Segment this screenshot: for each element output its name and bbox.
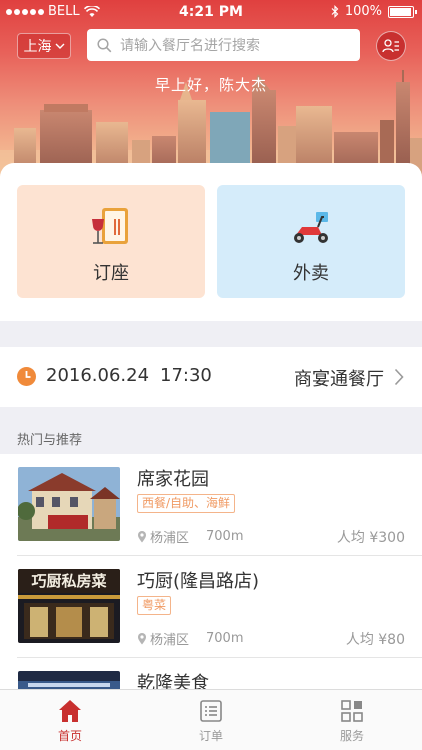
chevron-right-icon xyxy=(394,368,404,386)
category-panel: 订座 外卖 xyxy=(0,163,422,321)
restaurant-name: 乾隆美食 xyxy=(137,673,209,689)
restaurant-district: 杨浦区 xyxy=(150,633,190,648)
menu-wine-icon xyxy=(92,208,128,244)
status-bar: BELL 4:21 PM 100% xyxy=(0,0,422,24)
restaurant-list: 席家花园 西餐/自助、海鲜 杨浦区 700m 人均 ¥300 巧厨私房菜 巧厨(… xyxy=(0,454,422,689)
tab-services-label: 服务 xyxy=(339,729,364,743)
scooter-icon xyxy=(294,212,328,243)
cuisine-tag: 西餐/自助、海鲜 xyxy=(137,494,236,513)
search-input[interactable]: 请输入餐厅名进行搜索 xyxy=(87,29,360,61)
booking-category-card[interactable]: 订座 xyxy=(17,185,205,298)
takeout-category-card[interactable]: 外卖 xyxy=(217,185,405,298)
tab-orders[interactable]: 订单 xyxy=(141,690,281,750)
restaurant-price: 人均 ¥80 xyxy=(345,632,405,648)
restaurant-photo xyxy=(18,467,120,541)
reservation-date: 2016.06.24 xyxy=(46,365,150,386)
user-list-icon xyxy=(382,39,399,53)
restaurant-district: 杨浦区 xyxy=(150,531,190,546)
restaurant-photo xyxy=(18,671,120,689)
list-item[interactable]: 巧厨私房菜 巧厨(隆昌路店) 粤菜 杨浦区 700m 人均 ¥80 xyxy=(0,556,422,657)
location-pin-icon xyxy=(138,531,146,543)
city-selector-button[interactable]: 上海 xyxy=(17,33,71,59)
battery-percent: 100% xyxy=(344,4,382,19)
city-label: 上海 xyxy=(23,39,52,55)
qiaochu-sign-text: 巧厨私房菜 xyxy=(31,572,106,590)
list-item[interactable]: 乾隆美食 xyxy=(0,658,422,689)
cuisine-tag: 粤菜 xyxy=(137,596,172,615)
tab-home-label: 首页 xyxy=(57,729,82,743)
restaurant-location: 杨浦区 700m xyxy=(137,629,244,648)
search-placeholder: 请输入餐厅名进行搜索 xyxy=(120,38,260,54)
restaurant-price: 人均 ¥300 xyxy=(336,530,405,546)
reservation-time: 17:30 xyxy=(160,365,212,386)
header-hero: BELL 4:21 PM 100% 上海 请输入餐厅名进行搜索 早上好，陈大杰 xyxy=(0,0,422,190)
restaurant-photo: 巧厨私房菜 xyxy=(18,569,120,643)
chevron-down-icon xyxy=(55,43,64,49)
reservation-selector-row[interactable]: 2016.06.24 17:30 商宴通餐厅 xyxy=(0,347,422,407)
greeting-text: 早上好，陈大杰 xyxy=(154,76,267,94)
clock-icon xyxy=(17,367,36,386)
user-profile-button[interactable] xyxy=(376,31,406,61)
tab-services[interactable]: 服务 xyxy=(282,690,422,750)
bluetooth-icon xyxy=(331,5,339,18)
restaurant-location: 杨浦区 700m xyxy=(137,527,244,546)
booking-category-label: 订座 xyxy=(93,263,129,284)
restaurant-name: 席家花园 xyxy=(137,469,209,490)
reservation-restaurant: 商宴通餐厅 xyxy=(294,369,384,390)
search-icon xyxy=(97,37,112,52)
tab-home[interactable]: 首页 xyxy=(0,690,140,750)
restaurant-distance: 700m xyxy=(206,529,244,544)
home-icon xyxy=(59,700,81,722)
restaurant-distance: 700m xyxy=(206,631,244,646)
tab-orders-label: 订单 xyxy=(198,729,223,743)
bottom-tab-bar: 首页 订单 服务 xyxy=(0,689,422,750)
takeout-category-label: 外卖 xyxy=(293,263,329,284)
list-item[interactable]: 席家花园 西餐/自助、海鲜 杨浦区 700m 人均 ¥300 xyxy=(0,454,422,555)
location-pin-icon xyxy=(138,633,146,645)
section-title: 热门与推荐 xyxy=(17,433,83,448)
restaurant-name: 巧厨(隆昌路店) xyxy=(137,571,260,592)
battery-icon xyxy=(388,5,417,18)
order-list-icon xyxy=(200,700,222,722)
grid-icon xyxy=(341,700,363,722)
